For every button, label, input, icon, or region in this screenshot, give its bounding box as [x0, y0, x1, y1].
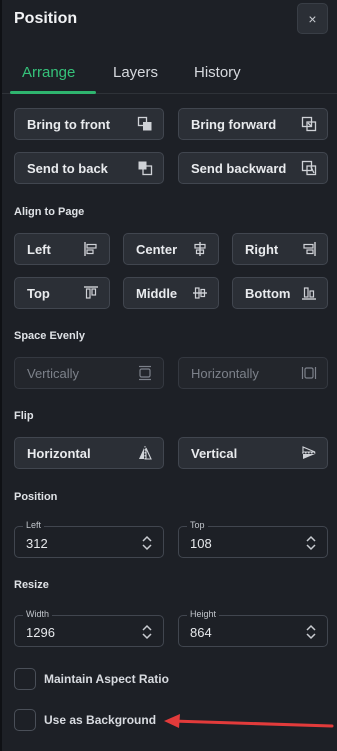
space-horizontally-icon: [301, 365, 317, 381]
resize-width-field[interactable]: Width 1296: [14, 609, 164, 647]
resize-width-value[interactable]: 1296: [26, 625, 55, 640]
space-vertically-label: Vertically: [27, 365, 80, 381]
align-right-label: Right: [245, 241, 279, 257]
position-left-label: Left: [23, 520, 45, 530]
align-heading: Align to Page: [14, 206, 85, 218]
send-backward-icon: [301, 160, 317, 176]
resize-height-label: Height: [187, 609, 220, 619]
space-horizontally-label: Horizontally: [191, 365, 259, 381]
send-to-back-label: Send to back: [27, 160, 108, 176]
send-backward-label: Send backward: [191, 160, 287, 176]
space-vertically-button[interactable]: Vertically: [14, 357, 164, 389]
send-backward-button[interactable]: Send backward: [178, 152, 328, 184]
resize-height-field[interactable]: Height 864: [178, 609, 328, 647]
annotation-arrow: [164, 714, 334, 728]
maintain-aspect-label[interactable]: Maintain Aspect Ratio: [44, 672, 169, 686]
align-center-icon: [192, 241, 208, 257]
align-left-label: Left: [27, 241, 51, 257]
align-right-icon: [301, 241, 317, 257]
maintain-aspect-checkbox[interactable]: [14, 668, 36, 690]
position-top-field[interactable]: Top 108: [178, 520, 328, 558]
bring-to-front-label: Bring to front: [27, 116, 111, 132]
align-bottom-label: Bottom: [245, 285, 291, 301]
align-left-button[interactable]: Left: [14, 233, 110, 265]
tab-bar: Arrange Layers History: [2, 56, 337, 94]
tab-history[interactable]: History: [194, 64, 241, 81]
flip-vertical-label: Vertical: [191, 445, 238, 461]
send-to-back-button[interactable]: Send to back: [14, 152, 164, 184]
flip-vertical-button[interactable]: Vertical: [178, 437, 328, 469]
use-as-background-checkbox[interactable]: [14, 709, 36, 731]
bring-forward-icon: [301, 116, 317, 132]
position-heading: Position: [14, 491, 58, 503]
position-left-value[interactable]: 312: [26, 536, 48, 551]
space-vertically-icon: [137, 365, 153, 381]
flip-horizontal-label: Horizontal: [27, 445, 91, 461]
align-middle-label: Middle: [136, 285, 178, 301]
align-middle-button[interactable]: Middle: [123, 277, 219, 309]
panel-title: Position: [14, 10, 78, 27]
resize-heading: Resize: [14, 579, 49, 591]
align-left-icon: [83, 241, 99, 257]
flip-horizontal-icon: [137, 445, 153, 461]
stepper-icon[interactable]: [305, 623, 317, 641]
close-icon: ×: [308, 10, 317, 27]
send-to-back-icon: [137, 160, 153, 176]
use-as-background-label[interactable]: Use as Background: [44, 713, 156, 727]
align-top-button[interactable]: Top: [14, 277, 110, 309]
flip-heading: Flip: [14, 410, 34, 422]
tab-layers[interactable]: Layers: [113, 64, 158, 81]
bring-to-front-button[interactable]: Bring to front: [14, 108, 164, 140]
align-center-label: Center: [136, 241, 178, 257]
position-left-field[interactable]: Left 312: [14, 520, 164, 558]
close-button[interactable]: ×: [297, 3, 328, 34]
flip-vertical-icon: [301, 445, 317, 461]
stepper-icon[interactable]: [141, 623, 153, 641]
bring-to-front-icon: [137, 116, 153, 132]
align-right-button[interactable]: Right: [232, 233, 328, 265]
align-bottom-icon: [301, 285, 317, 301]
position-top-label: Top: [187, 520, 208, 530]
resize-width-label: Width: [23, 609, 53, 619]
align-center-button[interactable]: Center: [123, 233, 219, 265]
tab-arrange[interactable]: Arrange: [22, 64, 75, 81]
align-bottom-button[interactable]: Bottom: [232, 277, 328, 309]
space-evenly-heading: Space Evenly: [14, 330, 85, 342]
align-top-label: Top: [27, 285, 50, 301]
position-panel: Position × Arrange Layers History Bring …: [0, 0, 337, 751]
active-tab-indicator: [10, 91, 96, 94]
stepper-icon[interactable]: [305, 534, 317, 552]
resize-height-value[interactable]: 864: [190, 625, 212, 640]
space-horizontally-button[interactable]: Horizontally: [178, 357, 328, 389]
position-top-value[interactable]: 108: [190, 536, 212, 551]
align-middle-icon: [192, 285, 208, 301]
stepper-icon[interactable]: [141, 534, 153, 552]
bring-forward-label: Bring forward: [191, 116, 277, 132]
flip-horizontal-button[interactable]: Horizontal: [14, 437, 164, 469]
bring-forward-button[interactable]: Bring forward: [178, 108, 328, 140]
align-top-icon: [83, 285, 99, 301]
